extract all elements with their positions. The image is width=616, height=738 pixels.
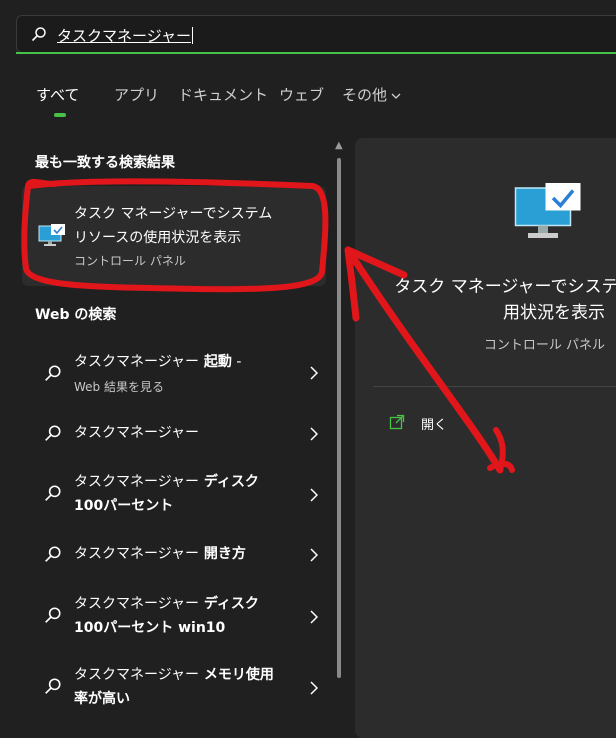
chevron-right-icon — [310, 365, 319, 384]
tab-more[interactable]: その他 — [342, 84, 401, 105]
best-match-result[interactable]: タスク マネージャーでシステム リソースの使用状況を表示 コントロール パネル — [22, 186, 326, 286]
web-result-label: タスクマネージャー 開き方 — [74, 546, 246, 562]
results-scrollbar[interactable]: ▲ — [333, 140, 347, 699]
chevron-down-icon — [391, 85, 401, 103]
monitor-icon — [38, 224, 66, 252]
detail-panel: タスク マネージャーでシステム 用状況を表示 コントロール パネル 開く — [355, 138, 616, 738]
web-result-sub: Web 結果を見る — [74, 380, 164, 394]
web-result-3[interactable]: タスクマネージャー ディスク 100パーセント — [22, 470, 326, 520]
tab-documents[interactable]: ドキュメント — [178, 84, 268, 105]
web-result-5[interactable]: タスクマネージャー ディスク 100パーセント win10 — [22, 592, 326, 642]
tab-all[interactable]: すべて — [36, 84, 79, 105]
web-result-label: タスクマネージャー 起動 - — [74, 354, 242, 370]
web-search-heading: Web の検索 — [35, 307, 117, 323]
web-result-1[interactable]: タスクマネージャー 起動 - Web 結果を見る — [22, 350, 326, 400]
web-result-label: タスクマネージャー ディスク 100パーセント win10 — [74, 596, 259, 636]
scroll-up-icon[interactable]: ▲ — [335, 140, 343, 151]
best-match-subtitle: コントロール パネル — [74, 254, 186, 268]
monitor-icon — [513, 182, 583, 248]
chevron-right-icon — [310, 680, 319, 699]
search-icon — [44, 364, 62, 386]
divider — [373, 386, 616, 387]
scrollbar-thumb[interactable] — [337, 158, 341, 678]
web-result-2[interactable]: タスクマネージャー — [22, 421, 326, 447]
search-icon — [44, 677, 62, 699]
search-icon — [44, 424, 62, 446]
open-external-icon[interactable] — [389, 414, 405, 434]
web-result-6[interactable]: タスクマネージャー メモリ使用 率が高い — [22, 663, 326, 713]
search-icon — [44, 545, 62, 567]
open-button[interactable]: 開く — [421, 414, 447, 433]
search-icon — [31, 26, 47, 46]
chevron-right-icon — [310, 487, 319, 506]
detail-subtitle: コントロール パネル — [483, 338, 605, 353]
tab-apps[interactable]: アプリ — [114, 84, 159, 105]
search-input[interactable]: タスクマネージャー — [57, 25, 193, 46]
best-match-heading: 最も一致する検索結果 — [35, 155, 175, 171]
detail-title: タスク マネージャーでシステム 用状況を表示 — [394, 277, 616, 323]
best-match-title: タスク マネージャーでシステム リソースの使用状況を表示 — [74, 206, 273, 246]
chevron-right-icon — [310, 547, 319, 566]
chevron-right-icon — [310, 609, 319, 628]
chevron-right-icon — [310, 426, 319, 445]
web-result-label: タスクマネージャー — [74, 425, 200, 441]
web-result-4[interactable]: タスクマネージャー 開き方 — [22, 542, 326, 568]
search-box[interactable]: タスクマネージャー — [16, 15, 616, 53]
tab-web[interactable]: ウェブ — [279, 84, 324, 105]
active-tab-indicator — [54, 113, 66, 117]
search-icon — [44, 484, 62, 506]
search-icon — [44, 606, 62, 628]
web-result-label: タスクマネージャー ディスク 100パーセント — [74, 474, 259, 514]
search-focus-underline — [16, 52, 616, 54]
web-result-label: タスクマネージャー メモリ使用 率が高い — [74, 667, 274, 707]
